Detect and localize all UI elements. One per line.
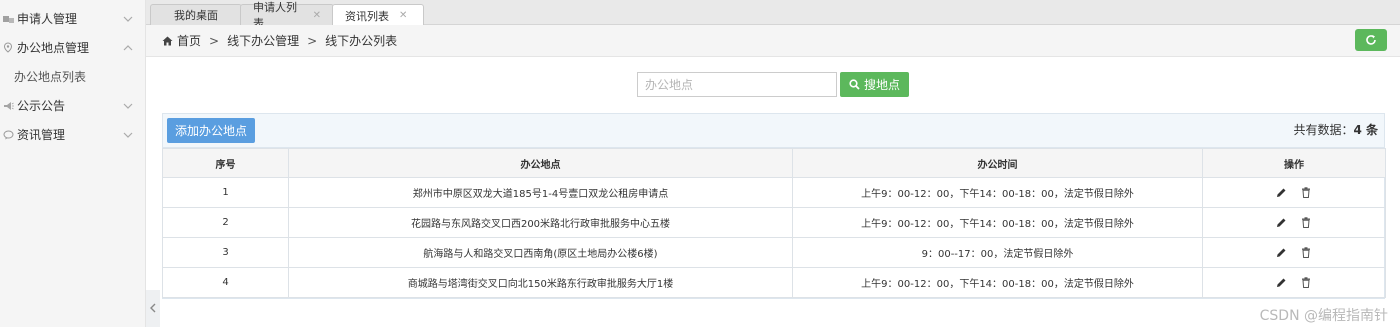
cell-location: 郑州市中原区双龙大道185号1-4号壹口双龙公租房申请点: [288, 177, 793, 208]
total-count: 共有数据：4 条: [1293, 121, 1378, 138]
cell-actions: [1202, 237, 1386, 268]
sidebar-item-label: 资讯管理: [17, 128, 66, 142]
refresh-button[interactable]: [1355, 29, 1387, 51]
cell-location: 航海路与人和路交叉口西南角(原区土地局办公楼6楼): [288, 237, 793, 268]
sidebar-item-label: 办公地点列表: [14, 70, 87, 84]
sidebar-item-applicant-management[interactable]: 申请人管理: [0, 4, 145, 33]
column-header-hours: 办公时间: [792, 148, 1203, 178]
cell-hours: 上午9：00-12：00，下午14：00-18：00，法定节假日除外: [792, 207, 1203, 238]
close-icon[interactable]: ✕: [399, 10, 407, 21]
chevron-left-icon: [150, 302, 156, 316]
cell-index: 2: [162, 207, 289, 238]
table-row: 1 郑州市中原区双龙大道185号1-4号壹口双龙公租房申请点 上午9：00-12…: [162, 177, 1386, 208]
cell-actions: [1202, 267, 1386, 298]
tab-applicant-list[interactable]: 申请人列表 ✕: [240, 1, 334, 30]
total-number: 4: [1353, 123, 1362, 137]
refresh-icon: [1365, 34, 1377, 46]
cell-hours: 9：00--17：00，法定节假日除外: [792, 237, 1203, 268]
megaphone-icon: [2, 100, 14, 112]
sidebar-item-label: 公示公告: [17, 99, 66, 113]
table-row: 2 花园路与东风路交叉口西200米路北行政审批服务中心五楼 上午9：00-12：…: [162, 207, 1386, 238]
column-header-index: 序号: [162, 148, 289, 178]
add-location-button[interactable]: 添加办公地点: [167, 118, 255, 143]
column-header-actions: 操作: [1202, 148, 1386, 178]
edit-icon[interactable]: [1276, 277, 1287, 288]
tab-bar: 我的桌面 申请人列表 ✕ 资讯列表 ✕: [146, 0, 1400, 30]
cell-index: 1: [162, 177, 289, 208]
cell-index: 3: [162, 237, 289, 268]
location-table: 序号 办公地点 办公时间 操作 1 郑州市中原区双龙大道185号1-4号壹口双龙…: [162, 148, 1386, 298]
close-icon[interactable]: ✕: [313, 10, 321, 21]
trash-icon[interactable]: [1301, 277, 1312, 288]
watermark: CSDN @编程指南针: [1259, 308, 1388, 324]
breadcrumb-separator: >: [307, 33, 318, 48]
breadcrumb-home[interactable]: 首页: [177, 32, 201, 49]
sidebar: 申请人管理 办公地点管理 办公地点列表 公示公告 资讯管理: [0, 0, 146, 327]
breadcrumb-level1[interactable]: 线下办公管理: [227, 32, 299, 49]
cell-location: 花园路与东风路交叉口西200米路北行政审批服务中心五楼: [288, 207, 793, 238]
cell-actions: [1202, 177, 1386, 208]
sidebar-item-label: 申请人管理: [17, 12, 78, 26]
cell-hours: 上午9：00-12：00，下午14：00-18：00，法定节假日除外: [792, 177, 1203, 208]
search-button-label: 搜地点: [863, 78, 900, 92]
total-suffix: 条: [1361, 123, 1378, 137]
search-icon: [849, 79, 860, 90]
total-prefix: 共有数据：: [1293, 123, 1354, 137]
sidebar-item-news-management[interactable]: 资讯管理: [0, 120, 145, 149]
sidebar-item-public-notice[interactable]: 公示公告: [0, 91, 145, 120]
chevron-up-icon: [123, 42, 133, 52]
table-header-row: 序号 办公地点 办公时间 操作: [162, 148, 1386, 178]
panel-header: 添加办公地点 共有数据：4 条: [163, 114, 1384, 148]
chevron-down-icon: [123, 13, 133, 23]
breadcrumb-level2: 线下办公列表: [325, 34, 398, 48]
edit-icon[interactable]: [1276, 217, 1287, 228]
trash-icon[interactable]: [1301, 217, 1312, 228]
chevron-down-icon: [123, 100, 133, 110]
tab-news-list[interactable]: 资讯列表 ✕: [332, 4, 424, 26]
tab-my-desktop[interactable]: 我的桌面: [150, 4, 242, 25]
search-location-button[interactable]: 搜地点: [840, 72, 909, 97]
cell-actions: [1202, 207, 1386, 238]
chat-icon: [2, 129, 14, 141]
location-list-panel: 添加办公地点 共有数据：4 条 序号 办公地点 办公时间 操作 1 郑州市中原区…: [162, 113, 1386, 299]
edit-icon[interactable]: [1276, 187, 1287, 198]
sidebar-item-office-location-management[interactable]: 办公地点管理: [0, 33, 145, 62]
cell-index: 4: [162, 267, 289, 298]
tab-label: 资讯列表: [345, 9, 389, 23]
edit-icon[interactable]: [1276, 247, 1287, 258]
sidebar-item-label: 办公地点管理: [17, 41, 90, 55]
sidebar-collapse-handle[interactable]: [146, 290, 160, 327]
home-icon: [162, 36, 173, 46]
trash-icon[interactable]: [1301, 247, 1312, 258]
chevron-down-icon: [123, 129, 133, 139]
cell-location: 商城路与塔湾街交叉口向北150米路东行政审批服务大厅1楼: [288, 267, 793, 298]
users-icon: [2, 13, 14, 25]
trash-icon[interactable]: [1301, 187, 1312, 198]
column-header-location: 办公地点: [288, 148, 793, 178]
table-row: 4 商城路与塔湾街交叉口向北150米路东行政审批服务大厅1楼 上午9：00-12…: [162, 267, 1386, 298]
location-search-input[interactable]: [637, 72, 837, 97]
map-pin-icon: [2, 42, 14, 54]
cell-hours: 上午9：00-12：00，下午14：00-18：00，法定节假日除外: [792, 267, 1203, 298]
breadcrumb-separator: >: [209, 33, 220, 48]
tab-label: 我的桌面: [174, 9, 218, 22]
sidebar-item-office-location-list[interactable]: 办公地点列表: [0, 62, 145, 91]
breadcrumb: 首页 > 线下办公管理 > 线下办公列表: [146, 25, 1400, 57]
table-row: 3 航海路与人和路交叉口西南角(原区土地局办公楼6楼) 9：00--17：00，…: [162, 237, 1386, 268]
add-location-label: 添加办公地点: [174, 124, 247, 138]
